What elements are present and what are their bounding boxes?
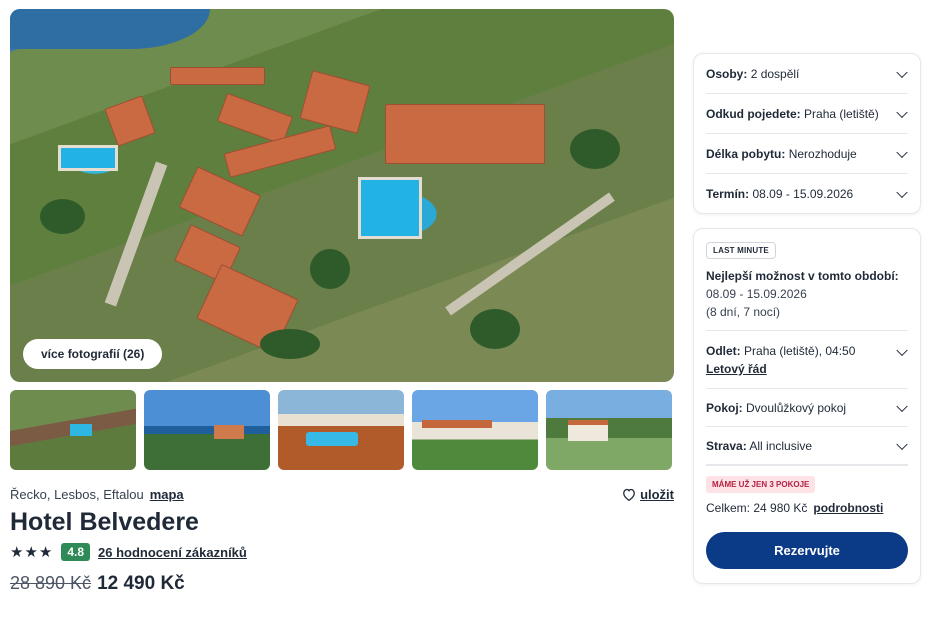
persons-value: 2 dospělí (750, 66, 800, 81)
departure-city-value: Praha (letiště) (804, 106, 879, 121)
date-select[interactable]: Termín: 08.09 - 15.09.2026 (706, 174, 908, 214)
board-select[interactable]: Strava: All inclusive (706, 427, 908, 465)
persons-select[interactable]: Osoby: 2 dospělí (706, 54, 908, 94)
departure-value: Praha (letiště), 04:50 (744, 344, 856, 358)
details-link[interactable]: podrobnosti (813, 501, 883, 515)
stay-length-value: Nerozhoduje (788, 146, 857, 161)
departure-select[interactable]: Odlet: Praha (letiště), 04:50 Letový řád (706, 331, 908, 389)
departure-city-select[interactable]: Odkud pojedete: Praha (letiště) (706, 94, 908, 134)
chevron-down-icon (896, 186, 908, 199)
location-text: Řecko, Lesbos, Eftalou (10, 487, 144, 502)
best-option: Nejlepší možnost v tomto období: 08.09 -… (706, 267, 908, 331)
chevron-down-icon (896, 106, 908, 118)
chevron-down-icon (896, 146, 908, 158)
best-option-duration: (8 dní, 7 nocí) (706, 305, 781, 319)
best-option-heading: Nejlepší možnost v tomto období: (706, 269, 899, 283)
chevron-down-icon (896, 438, 908, 450)
sea-area (10, 9, 210, 49)
best-option-dates: 08.09 - 15.09.2026 (706, 287, 807, 301)
original-price: 28 890 Kč (10, 573, 92, 593)
date-label: Termín: (706, 187, 750, 201)
flight-schedule-link[interactable]: Letový řád (706, 360, 908, 378)
persons-label: Osoby: (706, 66, 748, 81)
stay-length-label: Délka pobytu: (706, 146, 786, 161)
chevron-down-icon (896, 400, 908, 412)
hotel-title: Hotel Belvedere (10, 508, 199, 536)
divider (706, 465, 908, 466)
location-breadcrumb: Řecko, Lesbos, Eftalou mapa (10, 487, 184, 502)
last-minute-badge: LAST MINUTE (706, 242, 776, 259)
thumbnail-aerial-view[interactable] (10, 390, 136, 470)
current-price: 12 490 Kč (97, 573, 185, 594)
search-filters-panel: Osoby: 2 dospělí Odkud pojedete: Praha (… (693, 53, 921, 214)
save-label: uložit (640, 487, 674, 502)
total-price: Celkem: 24 980 Kč podrobnosti (706, 501, 908, 515)
stay-length-select[interactable]: Délka pobytu: Nerozhoduje (706, 134, 908, 174)
offer-panel: LAST MINUTE Nejlepší možnost v tomto obd… (693, 228, 921, 584)
thumbnail-strip (10, 390, 674, 470)
room-select[interactable]: Pokoj: Dvoulůžkový pokoj (706, 389, 908, 427)
departure-city-label: Odkud pojedete: (706, 106, 801, 121)
board-value: All inclusive (749, 438, 813, 453)
main-photo[interactable]: více fotografií (26) (10, 9, 674, 382)
book-button[interactable]: Rezervujte (706, 532, 908, 569)
rooms-left-badge: MÁME UŽ JEN 3 POKOJE (706, 476, 816, 493)
total-price-text: Celkem: 24 980 Kč (706, 501, 808, 515)
chevron-down-icon (896, 66, 908, 78)
room-value: Dvoulůžkový pokoj (746, 400, 847, 415)
room-label: Pokoj: (706, 400, 743, 415)
board-label: Strava: (706, 438, 747, 453)
star-rating-icon: ★★★ (10, 544, 54, 561)
reviews-link[interactable]: 26 hodnocení zákazníků (98, 545, 247, 560)
departure-label: Odlet: (706, 344, 741, 358)
price-block: 28 890 Kč 12 490 Kč (10, 573, 185, 595)
more-photos-button[interactable]: více fotografií (26) (23, 339, 163, 369)
save-button[interactable]: uložit (622, 487, 674, 502)
thumbnail-bungalows[interactable] (412, 390, 538, 470)
thumbnail-sea-view[interactable] (144, 390, 270, 470)
thumbnail-pool-terrace[interactable] (278, 390, 404, 470)
map-link[interactable]: mapa (150, 487, 184, 502)
thumbnail-garden[interactable] (546, 390, 672, 470)
review-score-badge: 4.8 (61, 543, 91, 561)
rating-row: ★★★ 4.8 26 hodnocení zákazníků (10, 543, 247, 561)
heart-icon (623, 488, 635, 501)
date-value: 08.09 - 15.09.2026 (752, 187, 854, 201)
